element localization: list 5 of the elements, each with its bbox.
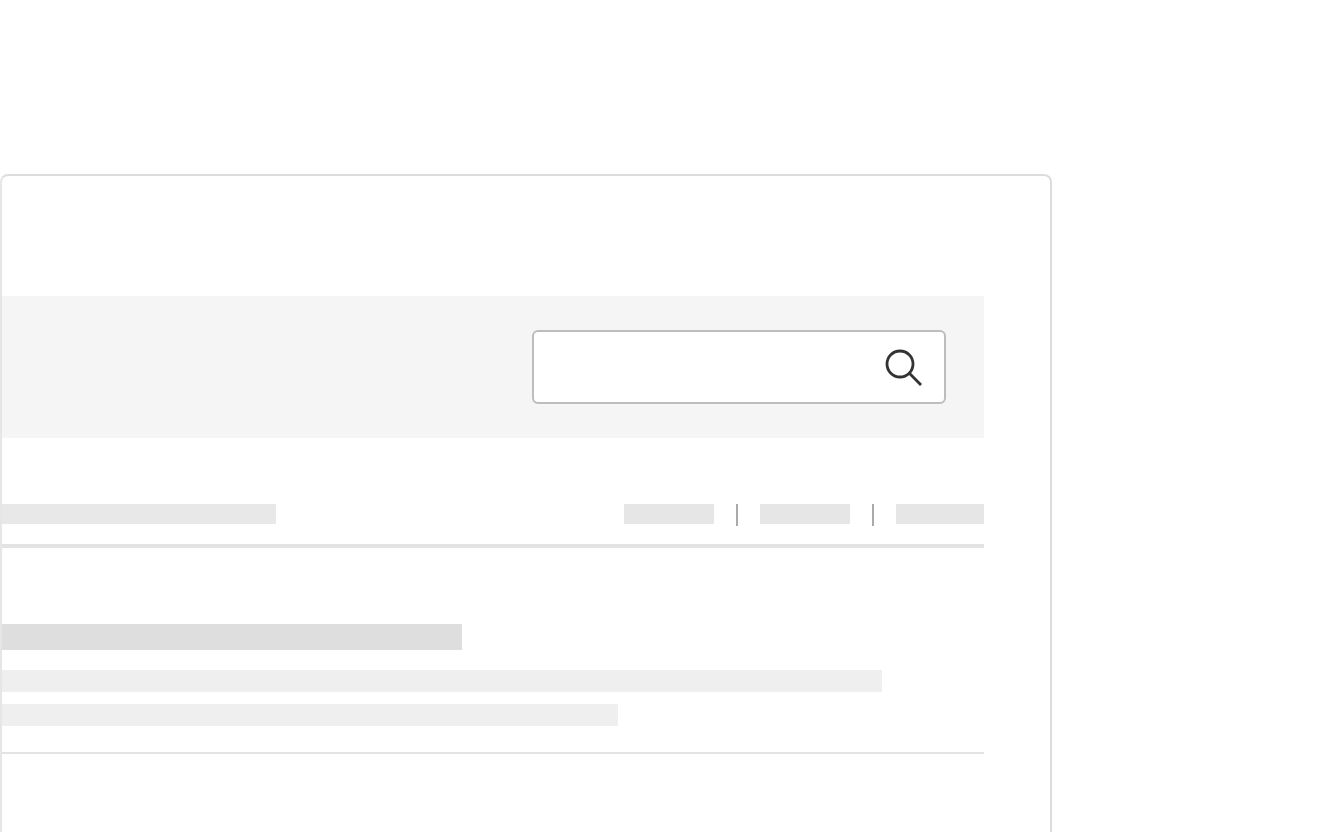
skeleton-bar bbox=[896, 504, 984, 524]
skeleton-bar bbox=[760, 504, 850, 524]
search-field[interactable] bbox=[532, 330, 946, 404]
skeleton-bar bbox=[624, 504, 714, 524]
search-icon[interactable] bbox=[884, 347, 924, 387]
